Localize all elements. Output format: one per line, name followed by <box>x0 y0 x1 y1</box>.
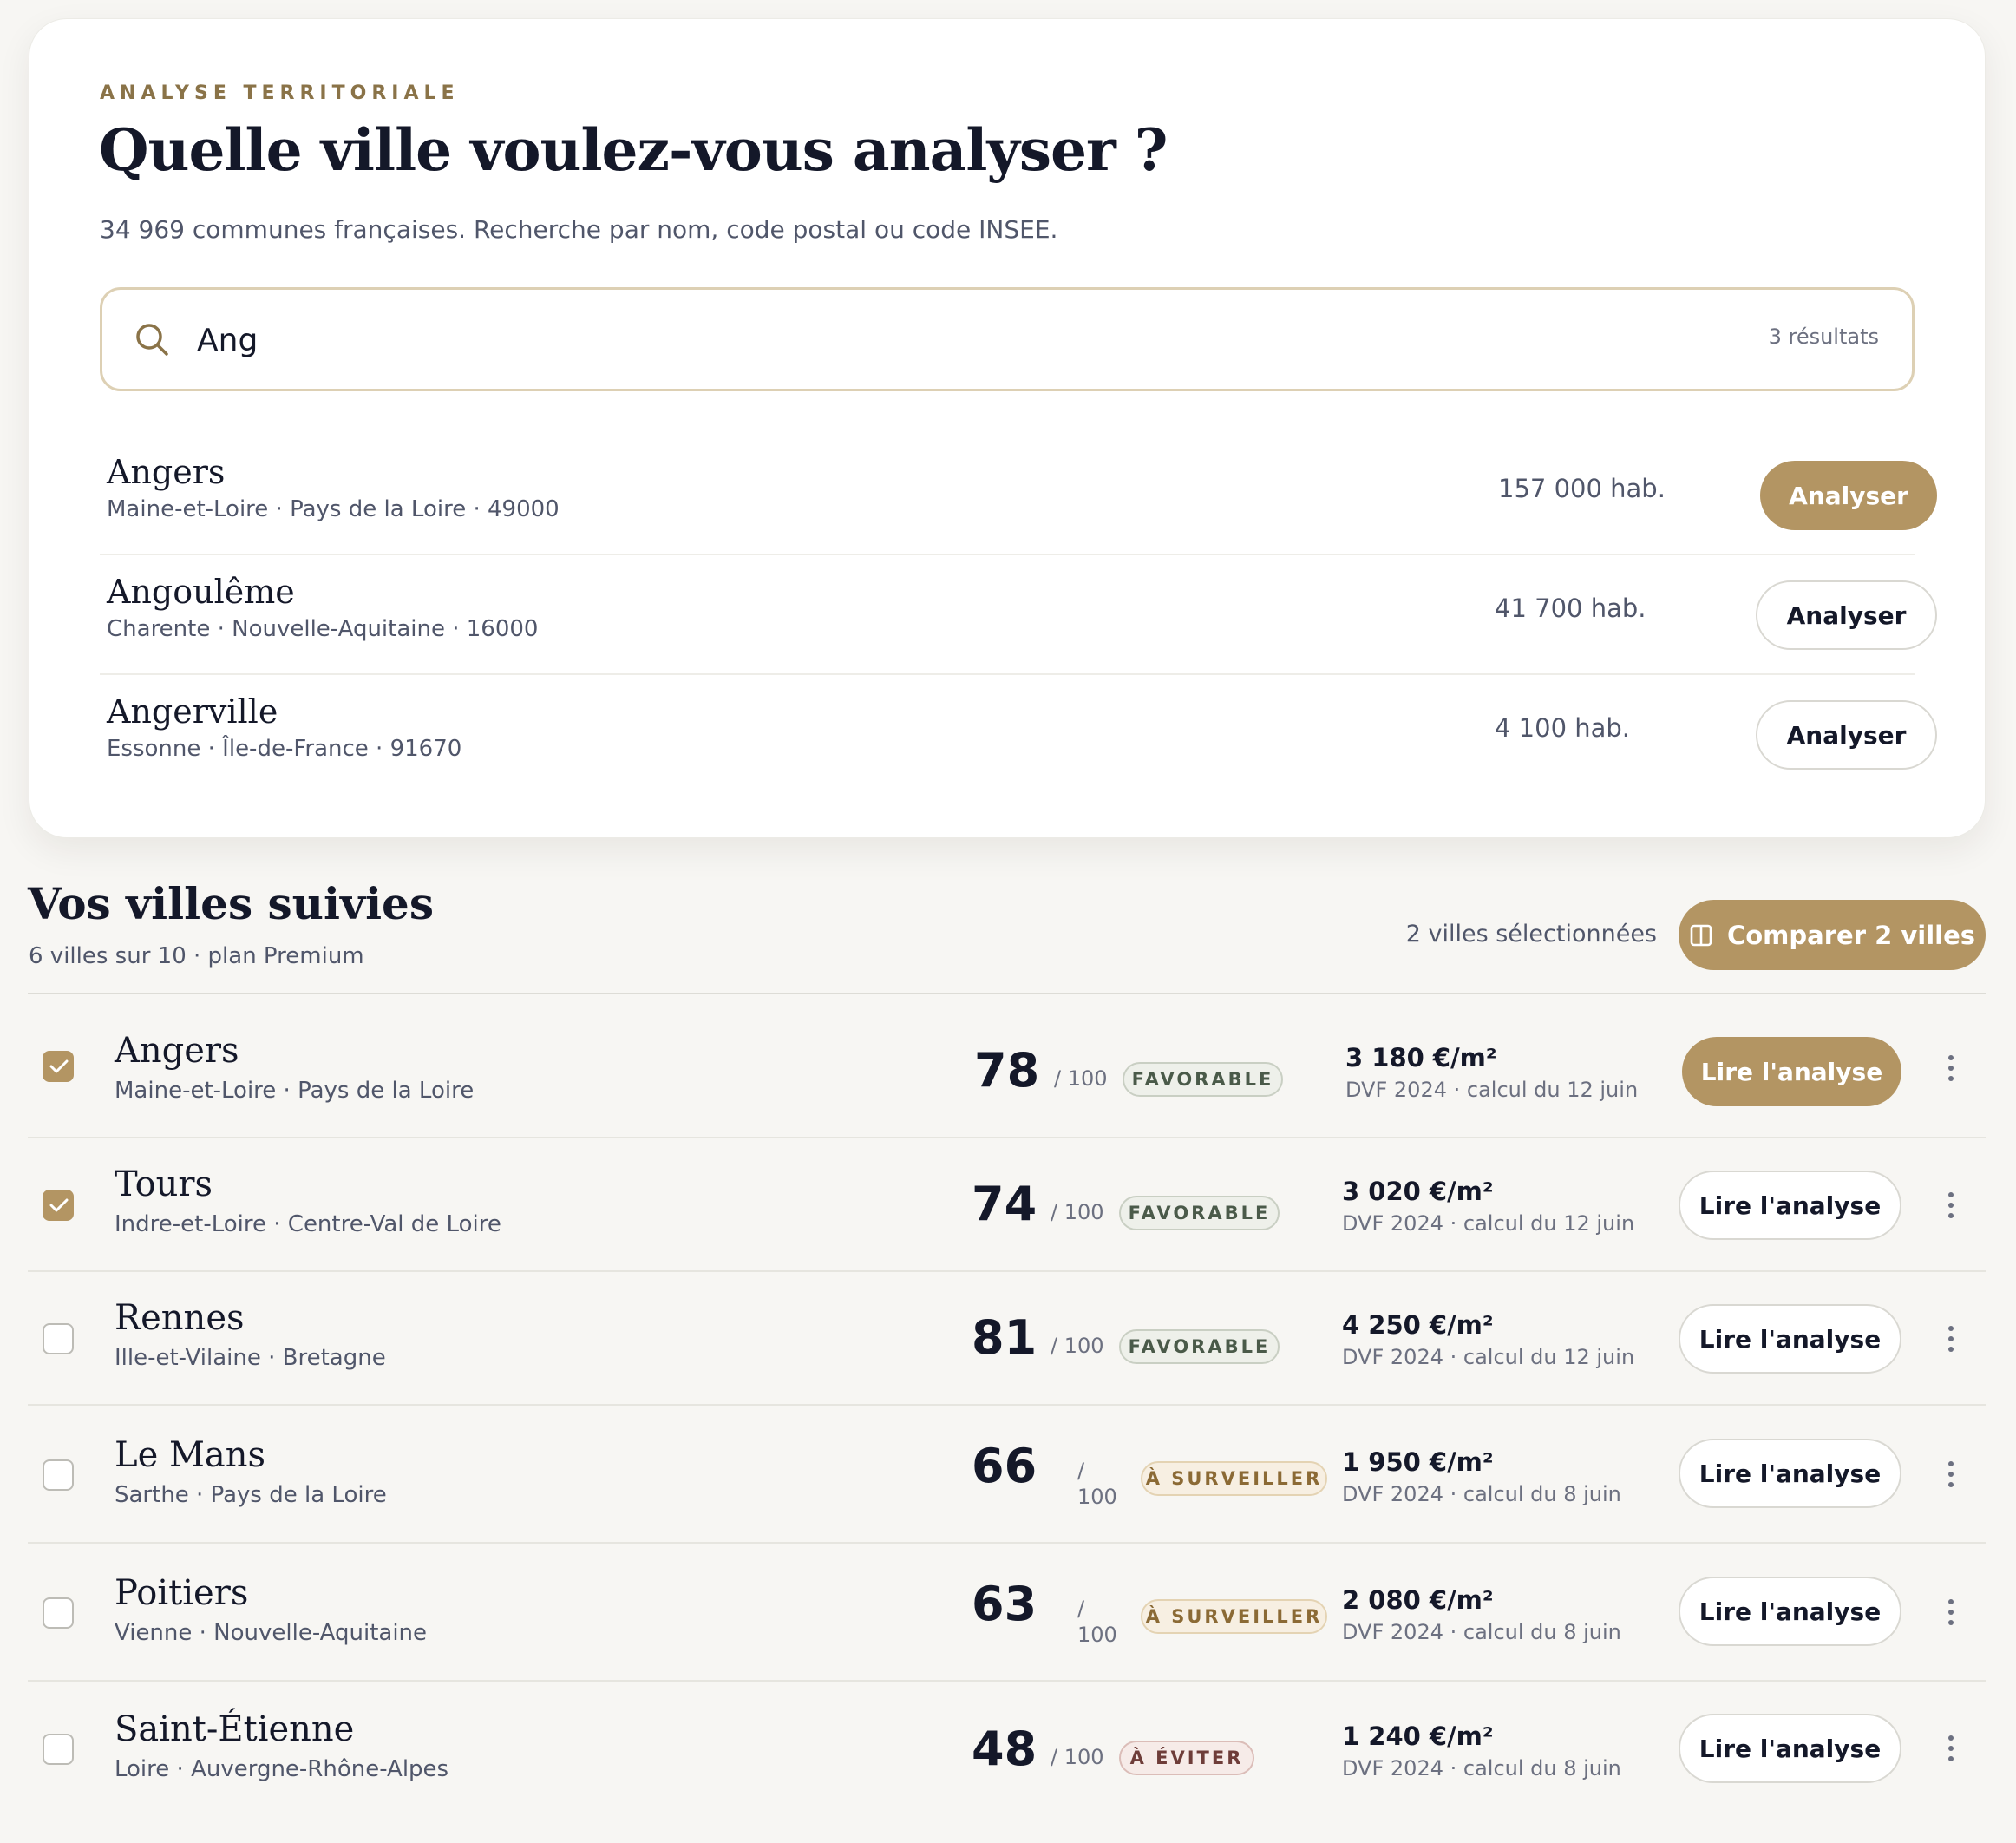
followed-city-row: Le Mans Sarthe · Pays de la Loire 66 / 1… <box>28 1406 1986 1544</box>
result-city-meta: Maine-et-Loire · Pays de la Loire · 4900… <box>107 496 560 522</box>
selected-count: 2 villes sélectionnées <box>1405 921 1657 948</box>
price-meta: DVF 2024 · calcul du 8 juin <box>1342 1756 1621 1781</box>
search-input[interactable] <box>197 314 1498 366</box>
city-price: 1 950 €/m² <box>1342 1447 1494 1477</box>
city-checkbox[interactable] <box>43 1323 74 1354</box>
score-max-value: 100 <box>1077 1623 1117 1647</box>
check-icon <box>49 1198 69 1212</box>
search-result-row[interactable]: Angoulême Charente · Nouvelle-Aquitaine … <box>100 555 1937 675</box>
city-checkbox[interactable] <box>43 1734 74 1765</box>
analyze-button[interactable]: Analyser <box>1756 580 1937 650</box>
result-count: 3 résultats <box>1768 325 1879 349</box>
score-max-value: 100 <box>1077 1485 1117 1509</box>
read-analysis-button[interactable]: Lire l'analyse <box>1679 1304 1901 1374</box>
city-score: 66 <box>972 1439 1037 1493</box>
price-meta: DVF 2024 · calcul du 8 juin <box>1342 1620 1621 1644</box>
result-population: 41 700 hab. <box>1495 594 1646 623</box>
analyze-button[interactable]: Analyser <box>1760 461 1937 530</box>
city-score: 48 <box>972 1722 1037 1776</box>
city-meta: Vienne · Nouvelle-Aquitaine <box>115 1620 428 1646</box>
result-population: 157 000 hab. <box>1498 474 1666 503</box>
result-city-name: Angers <box>107 453 226 491</box>
city-name: Angers <box>115 1031 239 1071</box>
more-options-icon[interactable] <box>1947 1055 1955 1081</box>
more-options-icon[interactable] <box>1947 1599 1955 1625</box>
followed-city-row: Poitiers Vienne · Nouvelle-Aquitaine 63 … <box>28 1544 1986 1682</box>
status-badge: FAVORABLE <box>1119 1329 1280 1364</box>
city-price: 1 240 €/m² <box>1342 1722 1494 1751</box>
more-options-icon[interactable] <box>1947 1461 1955 1487</box>
city-score: 78 <box>974 1043 1040 1098</box>
read-analysis-button[interactable]: Lire l'analyse <box>1679 1439 1901 1508</box>
city-score: 74 <box>972 1177 1037 1231</box>
read-analysis-button[interactable]: Lire l'analyse <box>1679 1714 1901 1783</box>
city-name: Rennes <box>115 1298 245 1338</box>
search-result-row[interactable]: Angerville Essonne · Île-de-France · 916… <box>100 675 1937 795</box>
followed-city-row: Angers Maine-et-Loire · Pays de la Loire… <box>28 994 1986 1138</box>
status-badge: À SURVEILLER <box>1141 1599 1327 1634</box>
search-result-row[interactable]: Angers Maine-et-Loire · Pays de la Loire… <box>100 436 1937 555</box>
status-badge: À SURVEILLER <box>1141 1461 1327 1496</box>
result-city-name: Angoulême <box>107 573 295 611</box>
score-max: / 100 <box>1051 1334 1104 1358</box>
more-options-icon[interactable] <box>1947 1326 1955 1352</box>
price-meta: DVF 2024 · calcul du 8 juin <box>1342 1482 1621 1506</box>
score-max-slash: / <box>1077 1597 1085 1621</box>
city-price: 2 080 €/m² <box>1342 1585 1494 1615</box>
city-meta: Loire · Auvergne-Rhône-Alpes <box>115 1756 449 1782</box>
city-score: 63 <box>972 1577 1037 1631</box>
more-options-icon[interactable] <box>1947 1735 1955 1761</box>
result-city-meta: Charente · Nouvelle-Aquitaine · 16000 <box>107 616 539 642</box>
status-badge: FAVORABLE <box>1123 1062 1283 1097</box>
price-meta: DVF 2024 · calcul du 12 juin <box>1345 1078 1639 1102</box>
city-score: 81 <box>972 1310 1037 1365</box>
followed-city-row: Rennes Ille-et-Vilaine · Bretagne 81 / 1… <box>28 1272 1986 1406</box>
city-meta: Ille-et-Vilaine · Bretagne <box>115 1345 386 1371</box>
city-checkbox[interactable] <box>43 1597 74 1629</box>
city-name: Tours <box>115 1164 213 1204</box>
city-checkbox[interactable] <box>43 1051 74 1082</box>
city-search-card: ANALYSE TERRITORIALE Quelle ville voulez… <box>29 18 1986 838</box>
check-icon <box>49 1059 69 1073</box>
price-meta: DVF 2024 · calcul du 12 juin <box>1342 1211 1635 1236</box>
followed-cities-title: Vos villes suivies <box>28 878 435 929</box>
city-checkbox[interactable] <box>43 1190 74 1221</box>
city-name: Saint-Étienne <box>115 1709 355 1749</box>
city-name: Le Mans <box>115 1435 266 1475</box>
status-badge: À ÉVITER <box>1119 1741 1254 1775</box>
columns-icon <box>1690 924 1712 946</box>
compare-button-label: Comparer 2 villes <box>1726 920 1976 950</box>
read-analysis-button[interactable]: Lire l'analyse <box>1679 1577 1901 1646</box>
city-meta: Maine-et-Loire · Pays de la Loire <box>115 1078 475 1104</box>
compare-button[interactable]: Comparer 2 villes <box>1679 900 1986 970</box>
analyze-button[interactable]: Analyser <box>1756 700 1937 770</box>
city-checkbox[interactable] <box>43 1459 74 1491</box>
city-price: 3 020 €/m² <box>1342 1177 1494 1206</box>
score-max-slash: / <box>1077 1459 1085 1483</box>
followed-city-row: Tours Indre-et-Loire · Centre-Val de Loi… <box>28 1138 1986 1272</box>
search-icon <box>136 324 168 356</box>
result-city-meta: Essonne · Île-de-France · 91670 <box>107 736 462 762</box>
city-price: 4 250 €/m² <box>1342 1310 1494 1340</box>
followed-cities-subtitle: 6 villes sur 10 · plan Premium <box>29 943 364 969</box>
search-subtitle: 34 969 communes françaises. Recherche pa… <box>100 215 1058 244</box>
read-analysis-button[interactable]: Lire l'analyse <box>1679 1171 1901 1240</box>
result-city-name: Angerville <box>107 692 278 731</box>
city-price: 3 180 €/m² <box>1345 1043 1497 1072</box>
city-meta: Sarthe · Pays de la Loire <box>115 1482 387 1508</box>
score-max: / 100 <box>1051 1745 1104 1769</box>
read-analysis-button[interactable]: Lire l'analyse <box>1682 1037 1901 1106</box>
status-badge: FAVORABLE <box>1119 1196 1280 1230</box>
page-title: Quelle ville voulez-vous analyser ? <box>99 116 1168 184</box>
more-options-icon[interactable] <box>1947 1192 1955 1218</box>
price-meta: DVF 2024 · calcul du 12 juin <box>1342 1345 1635 1369</box>
result-population: 4 100 hab. <box>1495 713 1631 743</box>
followed-city-row: Saint-Étienne Loire · Auvergne-Rhône-Alp… <box>28 1682 1986 1819</box>
section-eyebrow: ANALYSE TERRITORIALE <box>100 82 460 104</box>
city-meta: Indre-et-Loire · Centre-Val de Loire <box>115 1211 501 1237</box>
score-max: / 100 <box>1051 1200 1104 1224</box>
city-name: Poitiers <box>115 1573 249 1613</box>
score-max: / 100 <box>1054 1066 1108 1091</box>
search-box[interactable]: 3 résultats <box>100 287 1915 391</box>
